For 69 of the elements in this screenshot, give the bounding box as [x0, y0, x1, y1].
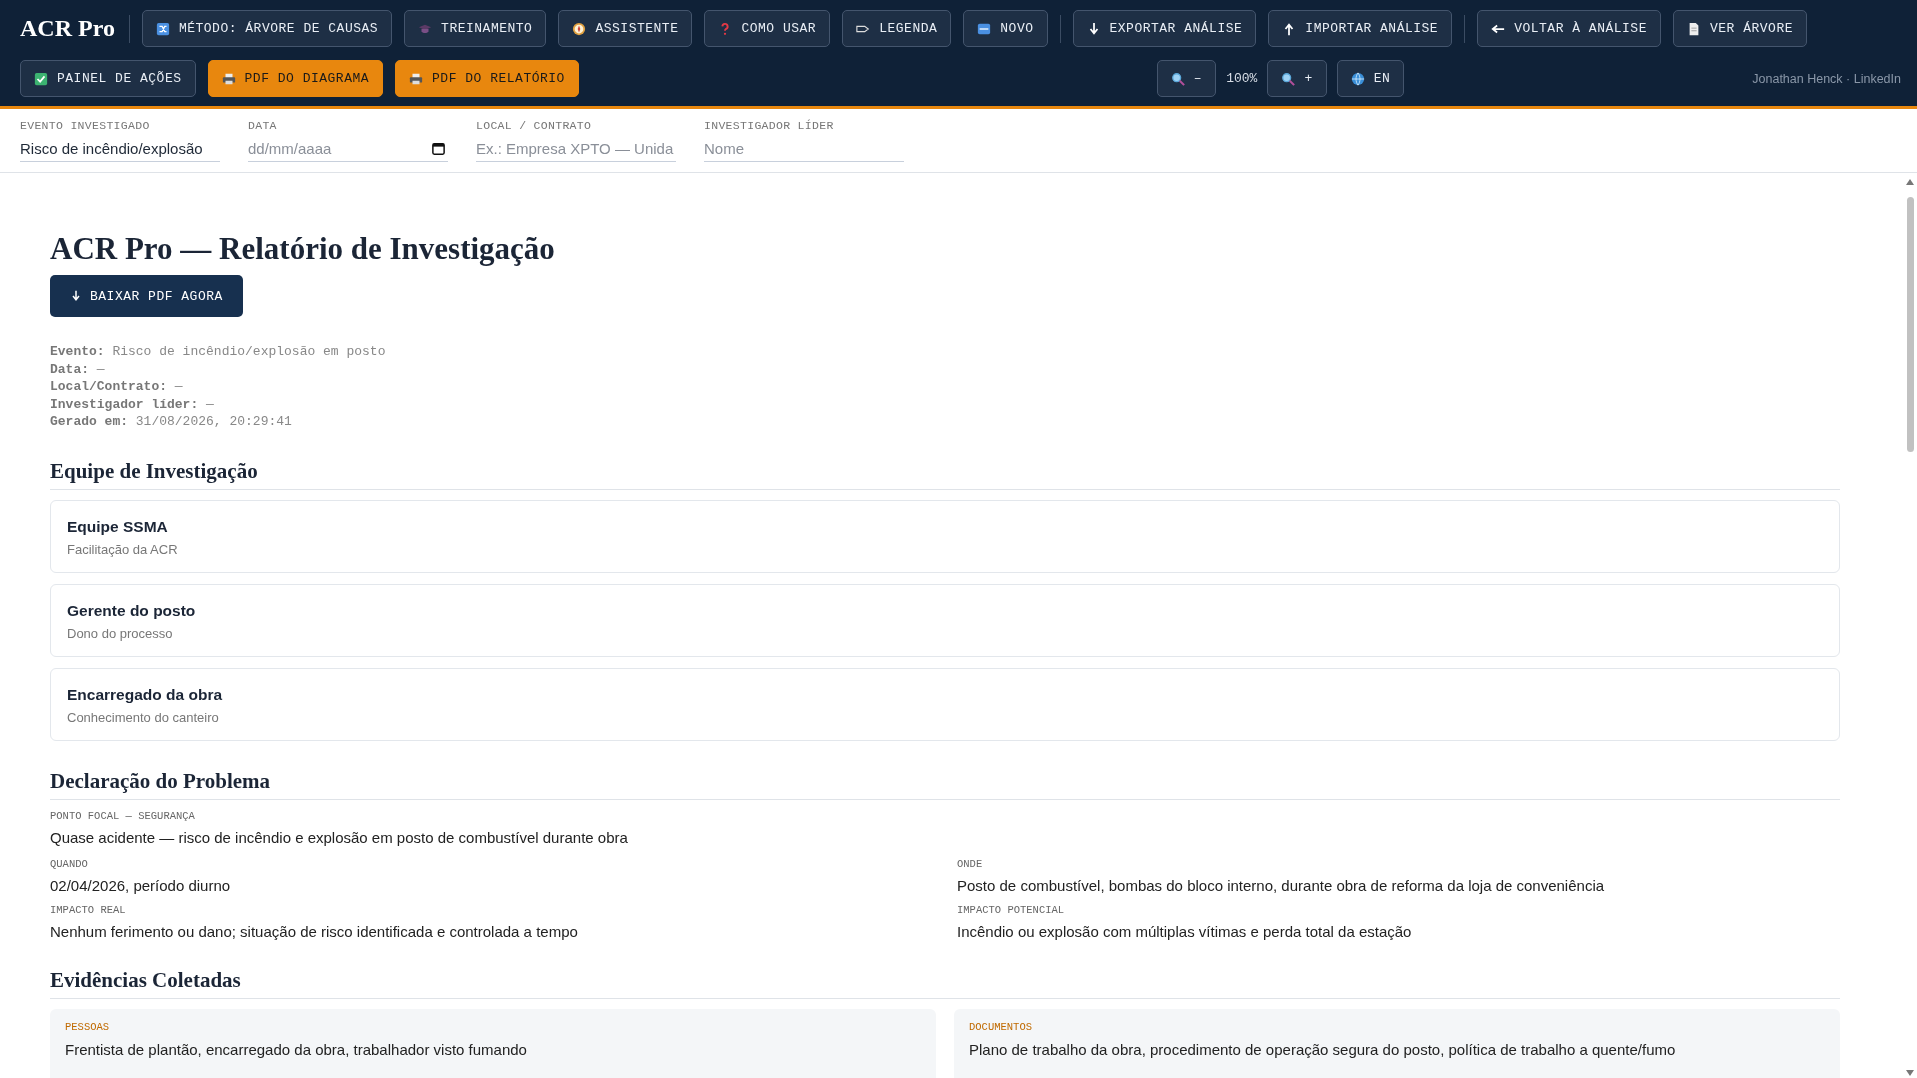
field-label: EVENTO INVESTIGADO	[20, 119, 151, 132]
action-button[interactable]: PAINEL DE AÇÕES	[20, 60, 196, 97]
section-heading: Declaração do Problema	[50, 768, 1840, 800]
new-icon	[977, 21, 992, 36]
field-label: INVESTIGADOR LÍDER	[704, 119, 835, 132]
search-icon	[1281, 71, 1296, 86]
date-field[interactable]: dd/mm/aaaa	[248, 138, 448, 162]
evidence-text: Plano de trabalho da obra, procedimento de operação segura do posto, política de trabalho a quente/fumo	[969, 1040, 1677, 1058]
app-logo: ACR Pro	[20, 15, 115, 42]
member-role: Dono do processo	[67, 625, 174, 641]
item-label: PONTO FOCAL — SEGURANÇA	[50, 809, 196, 822]
toolbar-button[interactable]: TREINAMENTO	[404, 10, 547, 47]
text-field[interactable]: Risco de incêndio/explosão	[20, 138, 220, 162]
author-credit[interactable]: Jonathan Henck · LinkedIn	[1752, 71, 1901, 86]
printer-icon	[221, 71, 236, 86]
toolbar-button[interactable]: VER ÁRVORE	[1673, 10, 1807, 47]
toolbar-button[interactable]: IMPORTAR ANÁLISE	[1268, 10, 1453, 47]
compass-icon	[572, 21, 587, 36]
evidence-category: PESSOAS	[65, 1020, 111, 1033]
section-heading: Evidências Coletadas	[50, 967, 1840, 999]
item-text: Posto de combustível, bombas do bloco interno, durante obra de reforma da loja de conveniência	[957, 876, 1606, 894]
member-role: Facilitação da ACR	[67, 541, 179, 557]
meta-line: Local/Contrato: —	[50, 379, 183, 395]
meta-line: Investigador líder: —	[50, 396, 214, 412]
section-heading: Equipe de Investigação	[50, 458, 1840, 490]
zoom-level: 100%	[1226, 71, 1258, 86]
language-button[interactable]: EN	[1336, 60, 1405, 97]
toolbar-button[interactable]: ASSISTENTE	[558, 10, 693, 47]
field-label: LOCAL / CONTRATO	[476, 119, 593, 132]
meta-line: Evento: Risco de incêndio/explosão em posto	[50, 344, 386, 359]
download-pdf-button[interactable]: BAIXAR PDF AGORA	[50, 275, 243, 317]
action-button[interactable]: PDF DO DIAGRAMA	[207, 60, 384, 97]
calendar-icon[interactable]	[431, 141, 446, 156]
member-name: Equipe SSMA	[67, 517, 169, 536]
toolbar-button[interactable]: COMO USAR	[704, 10, 831, 47]
member-name: Gerente do posto	[67, 601, 197, 620]
download-icon	[70, 290, 82, 302]
printer-icon	[409, 71, 424, 86]
zoom-in-button[interactable]: +	[1267, 60, 1327, 97]
member-name: Encarregado da obra	[67, 685, 224, 704]
zoom-out-button[interactable]: –	[1156, 60, 1217, 97]
search-icon	[1170, 71, 1185, 86]
toolbar-button[interactable]: MÉTODO: ÁRVORE DE CAUSAS	[141, 10, 393, 47]
item-text: Quase acidente — risco de incêndio e explosão em posto de combustível durante obra	[50, 828, 629, 846]
document-icon	[1687, 21, 1701, 36]
text-field[interactable]: Nome	[704, 138, 904, 162]
meta-line: Data: —	[50, 361, 105, 377]
item-label: IMPACTO POTENCIAL	[957, 903, 1066, 916]
member-role: Conhecimento do canteiro	[67, 709, 220, 725]
item-text: Incêndio ou explosão com múltiplas vítimas e perda total da estação	[957, 922, 1413, 940]
shuffle-icon	[155, 21, 170, 36]
meta-line: Gerado em: 31/08/2026, 20:29:41	[50, 414, 292, 430]
toolbar-button[interactable]: EXPORTAR ANÁLISE	[1072, 10, 1257, 47]
item-label: IMPACTO REAL	[50, 903, 127, 916]
item-label: ONDE	[957, 857, 984, 870]
toolbar-button[interactable]: LEGENDA	[842, 10, 952, 47]
item-text: Nenhum ferimento ou dano; situação de risco identificada e controlada a tempo	[50, 922, 579, 940]
check-icon	[34, 71, 48, 86]
field-label: DATA	[248, 119, 278, 132]
text-field[interactable]: Ex.: Empresa XPTO — Unida	[476, 138, 676, 162]
item-label: QUANDO	[50, 857, 89, 870]
toolbar-button[interactable]: VOLTAR À ANÁLISE	[1477, 10, 1661, 47]
evidence-category: DOCUMENTOS	[969, 1020, 1033, 1033]
item-text: 02/04/2026, período diurno	[50, 876, 232, 894]
evidence-text: Frentista de plantão, encarregado da obra, trabalhador visto fumando	[65, 1040, 528, 1058]
globe-icon	[1350, 71, 1365, 86]
action-button[interactable]: PDF DO RELATÓRIO	[395, 60, 579, 97]
toolbar-button[interactable]: NOVO	[963, 10, 1048, 47]
report-title: ACR Pro — Relatório de Investigação	[50, 231, 556, 267]
